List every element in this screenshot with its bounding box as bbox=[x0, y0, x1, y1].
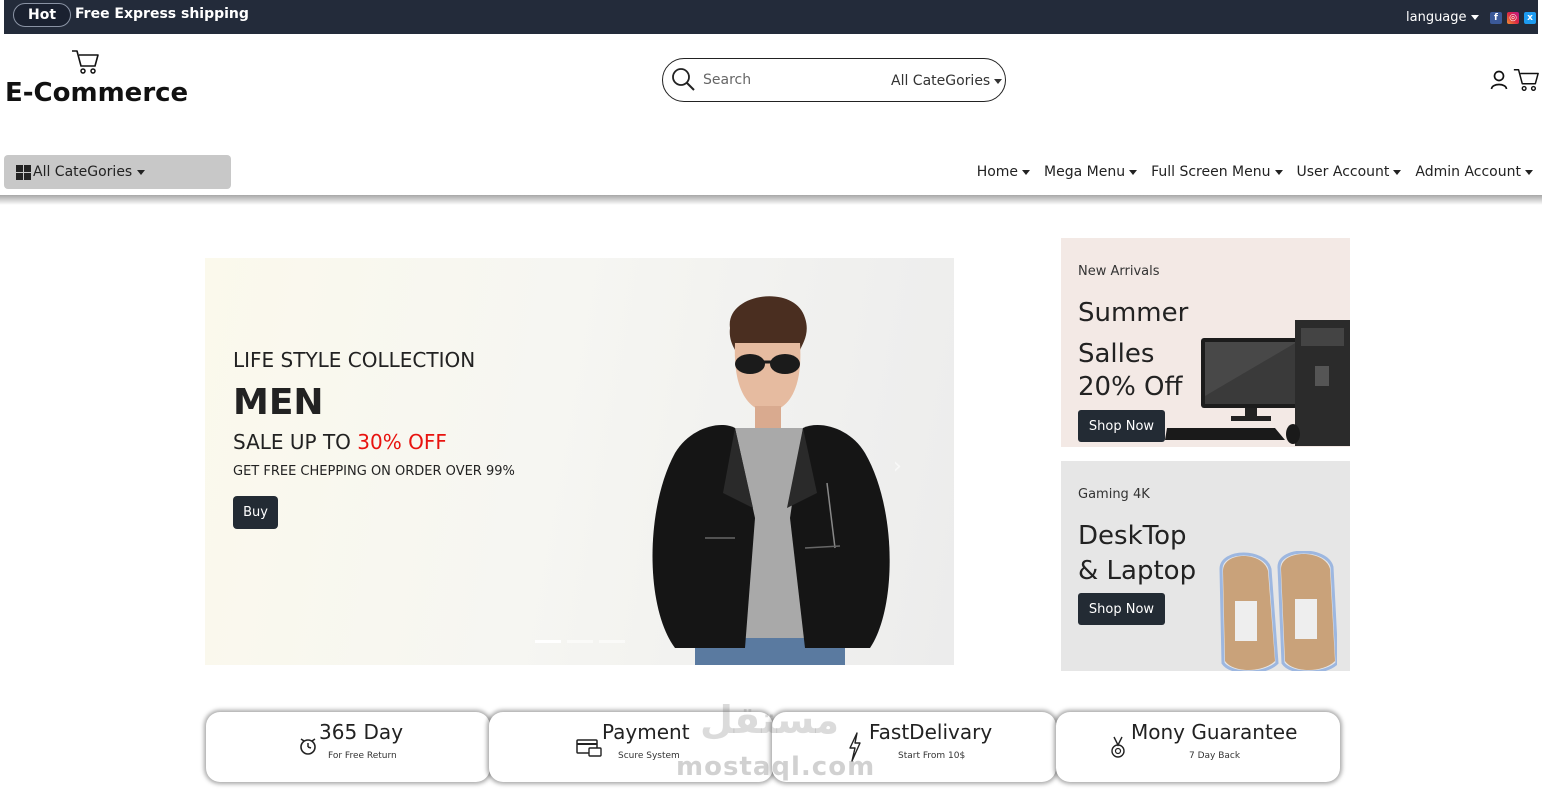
chevron-down-icon bbox=[1274, 169, 1283, 175]
promo-tag: Gaming 4K bbox=[1078, 487, 1150, 502]
hot-badge[interactable]: Hot bbox=[13, 3, 71, 27]
menu-item-label: Admin Account bbox=[1415, 164, 1521, 180]
chevron-down-icon bbox=[1393, 169, 1402, 175]
chevron-down-icon bbox=[1129, 169, 1138, 175]
feature-subtitle: Scure System bbox=[618, 751, 680, 761]
logo-cart-icon bbox=[70, 48, 100, 80]
search-icon[interactable] bbox=[671, 67, 697, 93]
search-category-select[interactable]: All CateGories bbox=[891, 73, 1003, 89]
hero-title: MEN bbox=[233, 382, 324, 423]
chevron-down-icon bbox=[1470, 15, 1479, 20]
promo-line: & Laptop bbox=[1078, 556, 1197, 586]
feature-title: 365 Day bbox=[319, 720, 404, 744]
watermark-arabic: مستقل bbox=[700, 698, 839, 742]
all-categories-button[interactable]: All CateGories bbox=[4, 155, 231, 189]
feature-title: Payment bbox=[602, 720, 690, 744]
menu-item-user-account[interactable]: User Account bbox=[1297, 164, 1402, 180]
hero-sale-prefix: SALE UP TO bbox=[233, 430, 358, 454]
carousel-indicator[interactable] bbox=[535, 640, 561, 643]
feature-card-returns: 365 Day For Free Return bbox=[206, 712, 490, 782]
language-label: language bbox=[1406, 10, 1467, 25]
menu-item-label: User Account bbox=[1296, 164, 1390, 180]
top-bar: Hot Free Express shipping language f ◎ x bbox=[4, 0, 1538, 34]
feature-subtitle: For Free Return bbox=[328, 751, 397, 761]
chevron-down-icon bbox=[994, 78, 1003, 84]
carousel-indicator[interactable] bbox=[567, 640, 593, 643]
chevron-down-icon bbox=[137, 169, 146, 175]
hero-sale-text: SALE UP TO 30% OFF bbox=[233, 430, 447, 454]
sneakers-image bbox=[1219, 551, 1337, 671]
shop-now-button[interactable]: Shop Now bbox=[1078, 410, 1165, 442]
desktop-computer-image bbox=[1165, 320, 1350, 446]
chevron-down-icon bbox=[1022, 169, 1031, 175]
main-menu: Home Mega Menu Full Screen Menu User Acc… bbox=[977, 164, 1533, 180]
chevron-down-icon bbox=[1525, 169, 1533, 175]
feature-title: Mony Guarantee bbox=[1131, 720, 1298, 744]
buy-button[interactable]: Buy bbox=[233, 496, 278, 529]
shipping-text: Free Express shipping bbox=[75, 6, 249, 22]
carousel-next-icon[interactable]: › bbox=[893, 454, 902, 479]
menu-item-label: Full Screen Menu bbox=[1151, 164, 1271, 180]
hero-sale-highlight: 30% OFF bbox=[357, 430, 447, 454]
all-categories-label: All CateGories bbox=[33, 164, 133, 180]
hero-subtitle: LIFE STYLE COLLECTION bbox=[233, 348, 476, 372]
feature-card-guarantee: Mony Guarantee 7 Day Back bbox=[1056, 712, 1340, 782]
menu-item-home[interactable]: Home bbox=[976, 164, 1031, 180]
user-icon[interactable] bbox=[1490, 70, 1508, 94]
search-bar: All CateGories bbox=[662, 58, 1006, 102]
model-image bbox=[652, 296, 890, 665]
feature-title: FastDelivary bbox=[869, 720, 993, 744]
promo-banner-desktop-laptop[interactable]: Gaming 4K DeskTop & Laptop Shop Now bbox=[1061, 461, 1350, 671]
alarm-clock-icon bbox=[300, 738, 316, 755]
promo-tag: New Arrivals bbox=[1078, 264, 1160, 279]
search-input[interactable] bbox=[703, 69, 883, 91]
shop-now-button[interactable]: Shop Now bbox=[1078, 593, 1165, 625]
carousel-indicators bbox=[535, 640, 625, 643]
twitter-icon[interactable]: x bbox=[1524, 12, 1536, 24]
menu-item-label: Mega Menu bbox=[1044, 164, 1126, 180]
promo-banner-summer-sale[interactable]: New Arrivals Summer Salles 20% Off Shop … bbox=[1061, 238, 1350, 447]
menu-item-mega-menu[interactable]: Mega Menu bbox=[1044, 164, 1138, 180]
feature-subtitle: 7 Day Back bbox=[1189, 751, 1241, 761]
credit-card-icon bbox=[576, 739, 602, 757]
menu-item-full-screen-menu[interactable]: Full Screen Menu bbox=[1151, 164, 1283, 180]
feature-subtitle: Start From 10$ bbox=[898, 751, 966, 761]
carousel-indicator[interactable] bbox=[599, 640, 625, 643]
hero-free-shipping-text: GET FREE CHEPPING ON ORDER OVER 99% bbox=[233, 464, 515, 479]
medal-icon bbox=[1111, 736, 1125, 758]
instagram-icon[interactable]: ◎ bbox=[1507, 12, 1519, 24]
cart-icon[interactable] bbox=[1512, 66, 1540, 98]
language-dropdown[interactable]: language bbox=[1406, 10, 1479, 25]
promo-line: Salles bbox=[1078, 339, 1155, 369]
grid-icon bbox=[16, 164, 31, 180]
facebook-icon[interactable]: f bbox=[1490, 12, 1502, 24]
nav-shadow bbox=[0, 195, 1542, 205]
menu-item-label: Home bbox=[976, 164, 1019, 180]
menu-item-admin-account[interactable]: Admin Account bbox=[1415, 164, 1533, 180]
watermark: mostaql.com bbox=[676, 752, 876, 782]
logo-text[interactable]: E-Commerce bbox=[5, 78, 188, 108]
search-category-label: All CateGories bbox=[891, 73, 991, 89]
promo-line: DeskTop bbox=[1078, 521, 1187, 551]
hero-carousel[interactable]: LIFE STYLE COLLECTION MEN SALE UP TO 30%… bbox=[205, 258, 954, 665]
